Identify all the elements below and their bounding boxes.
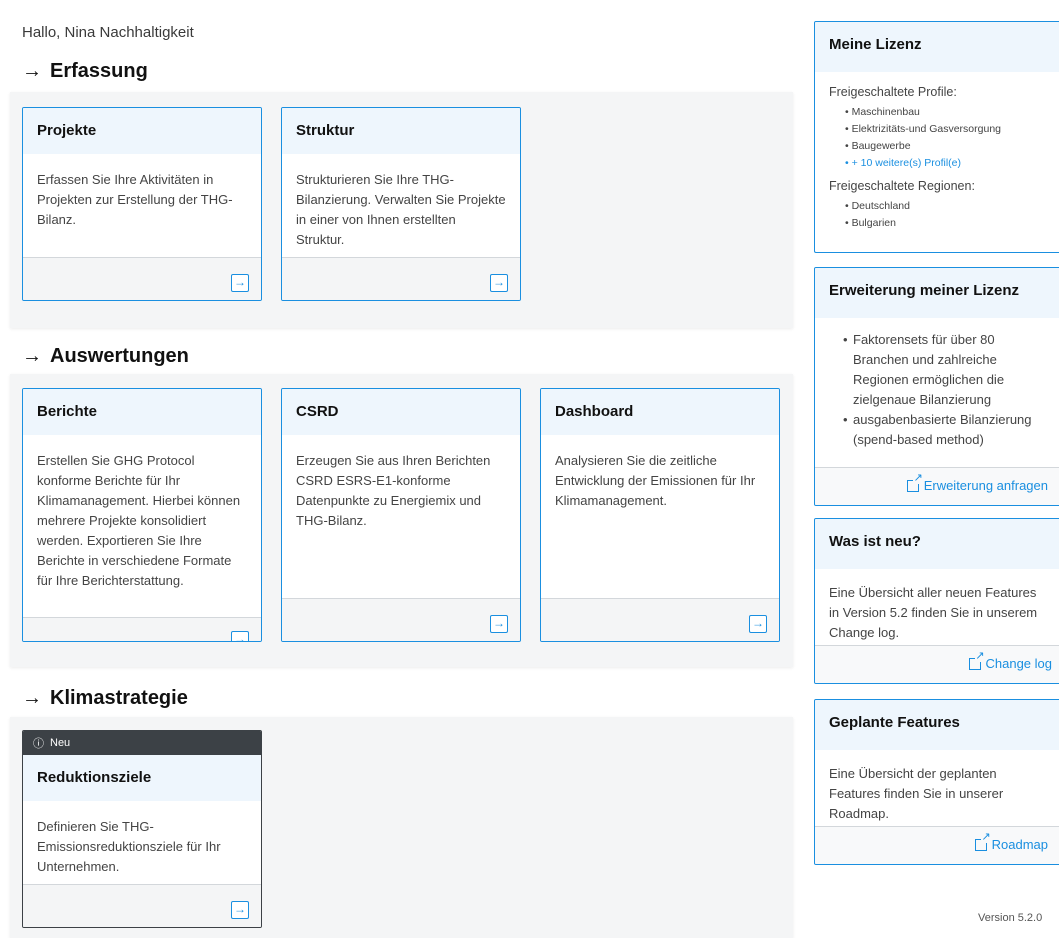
list-item: Bulgarien xyxy=(845,215,1050,232)
profiles-list: Maschinenbau Elektrizitäts-und Gasversor… xyxy=(829,104,1050,172)
card-text: Strukturieren Sie Ihre THG-Bilanzierung.… xyxy=(296,172,506,247)
change-log-link[interactable]: Change log xyxy=(968,650,1053,671)
open-arrow-icon[interactable]: → xyxy=(490,615,508,633)
external-link-icon xyxy=(906,472,923,492)
extension-panel: Erweiterung meiner Lizenz Faktorensets f… xyxy=(814,267,1059,506)
section-title-label: Klimastrategie xyxy=(50,687,188,709)
card-footer: → xyxy=(282,257,520,300)
list-item: Faktorensets für über 80 Branchen und za… xyxy=(843,330,1040,410)
card-berichte[interactable]: Berichte Erstellen Sie GHG Protocol konf… xyxy=(22,388,262,642)
card-title: CSRD xyxy=(282,389,520,435)
change-log-label: Change log xyxy=(985,656,1053,671)
arrow-right-icon: → xyxy=(22,345,42,367)
regions-list: Deutschland Bulgarien xyxy=(829,198,1050,232)
arrow-right-icon: → xyxy=(22,687,42,709)
section-title-label: Erfassung xyxy=(50,60,148,82)
profiles-label: Freigeschaltete Profile: xyxy=(829,85,957,99)
card-title: Reduktionsziele xyxy=(23,755,261,801)
card-title: Projekte xyxy=(23,108,261,154)
open-arrow-icon[interactable]: → xyxy=(749,615,767,633)
external-link-icon xyxy=(968,650,985,670)
list-item: Elektrizitäts-und Gasversorgung xyxy=(845,121,1050,138)
list-item: Maschinenbau xyxy=(845,104,1050,121)
card-text: Erstellen Sie GHG Protocol konforme Beri… xyxy=(37,453,241,588)
version-label: Version 5.2.0 xyxy=(978,912,1043,924)
more-profiles-link[interactable]: + 10 weitere(s) Profil(e) xyxy=(845,155,1050,172)
planned-features-text: Eine Übersicht der geplanten Features fi… xyxy=(829,766,1004,821)
card-projekte[interactable]: Projekte Erfassen Sie Ihre Aktivitäten i… xyxy=(22,107,262,301)
external-link-icon xyxy=(974,831,991,851)
new-badge: ⓘ Neu xyxy=(23,731,261,755)
section-title-auswertungen: → Auswertungen xyxy=(22,345,189,368)
section-title-erfassung: → Erfassung xyxy=(22,60,148,83)
card-text: Analysieren Sie die zeitliche Entwicklun… xyxy=(555,453,756,508)
section-title-label: Auswertungen xyxy=(50,345,189,367)
open-arrow-icon[interactable]: → xyxy=(231,901,249,919)
card-csrd[interactable]: CSRD Erzeugen Sie aus Ihren Berichten CS… xyxy=(281,388,521,642)
regions-label: Freigeschaltete Regionen: xyxy=(829,179,975,193)
card-footer: → xyxy=(23,257,261,300)
request-extension-label: Erweiterung anfragen xyxy=(923,478,1048,493)
card-title: Struktur xyxy=(282,108,520,154)
arrow-right-icon: → xyxy=(22,60,42,82)
new-badge-label: Neu xyxy=(50,737,71,749)
card-text: Erfassen Sie Ihre Aktivitäten in Projekt… xyxy=(37,172,233,227)
open-arrow-icon[interactable]: → xyxy=(231,274,249,292)
list-item: Deutschland xyxy=(845,198,1050,215)
license-panel: Meine Lizenz Freigeschaltete Profile: Ma… xyxy=(814,21,1059,253)
planned-features-footer: Roadmap xyxy=(815,826,1059,864)
request-extension-link[interactable]: Erweiterung anfragen xyxy=(906,472,1048,493)
extension-title: Erweiterung meiner Lizenz xyxy=(815,268,1059,318)
list-item: Baugewerbe xyxy=(845,138,1050,155)
info-icon: ⓘ xyxy=(33,738,44,750)
card-title: Dashboard xyxy=(541,389,779,435)
card-reduktionsziele[interactable]: ⓘ Neu Reduktionsziele Definieren Sie THG… xyxy=(22,730,262,928)
card-text: Erzeugen Sie aus Ihren Berichten CSRD ES… xyxy=(296,453,491,528)
whats-new-footer: Change log xyxy=(815,645,1059,683)
planned-features-panel: Geplante Features Eine Übersicht der gep… xyxy=(814,699,1059,865)
whats-new-title: Was ist neu? xyxy=(815,519,1059,569)
extension-features: Faktorensets für über 80 Branchen und za… xyxy=(829,330,1040,450)
open-arrow-icon[interactable]: → xyxy=(231,631,249,641)
list-item: ausgabenbasierte Bilanzierung (spend-bas… xyxy=(843,410,1040,450)
roadmap-label: Roadmap xyxy=(991,837,1048,852)
card-text: Definieren Sie THG-Emissionsreduktionszi… xyxy=(37,819,221,874)
license-title: Meine Lizenz xyxy=(815,22,1059,72)
roadmap-link[interactable]: Roadmap xyxy=(974,831,1048,852)
card-footer: → xyxy=(23,884,261,927)
section-title-klimastrategie: → Klimastrategie xyxy=(22,687,188,710)
card-title: Berichte xyxy=(23,389,261,435)
whats-new-text: Eine Übersicht aller neuen Features in V… xyxy=(829,585,1038,640)
whats-new-panel: Was ist neu? Eine Übersicht aller neuen … xyxy=(814,518,1059,684)
extension-footer: Erweiterung anfragen xyxy=(815,467,1059,505)
card-footer: → xyxy=(282,598,520,641)
card-dashboard[interactable]: Dashboard Analysieren Sie die zeitliche … xyxy=(540,388,780,642)
card-struktur[interactable]: Struktur Strukturieren Sie Ihre THG-Bila… xyxy=(281,107,521,301)
greeting: Hallo, Nina Nachhaltigkeit xyxy=(22,24,194,41)
planned-features-title: Geplante Features xyxy=(815,700,1059,750)
card-footer: → xyxy=(541,598,779,641)
card-footer: → xyxy=(23,617,261,641)
open-arrow-icon[interactable]: → xyxy=(490,274,508,292)
